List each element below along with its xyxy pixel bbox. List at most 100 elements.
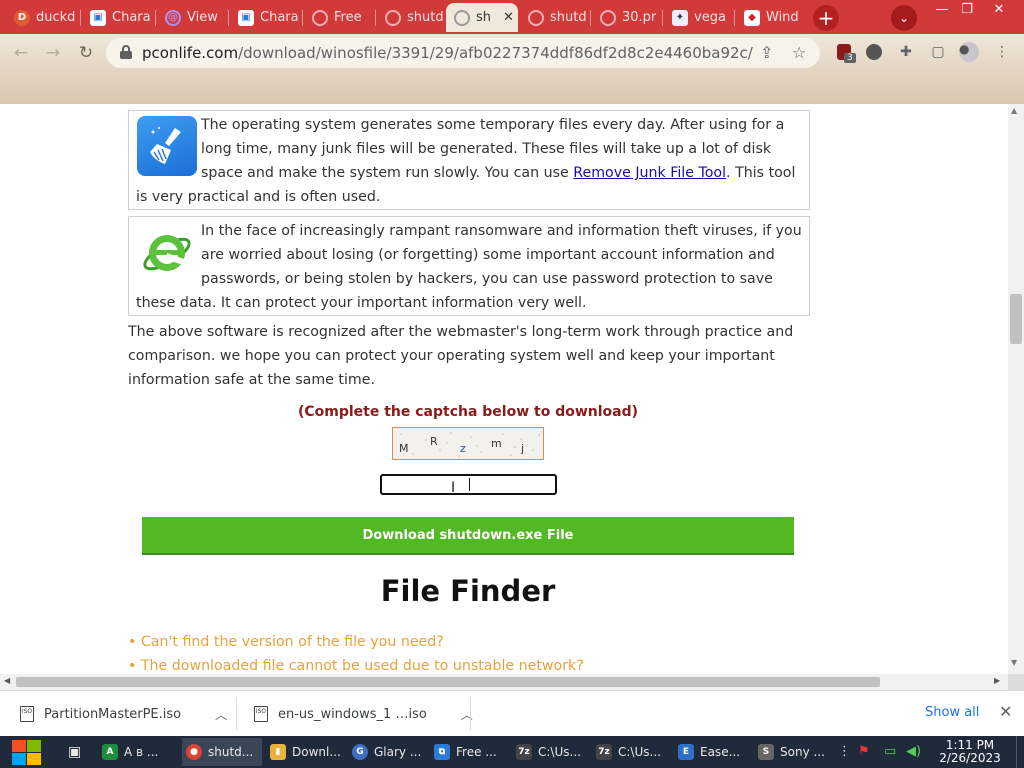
taskbar-item[interactable]: 7z C:\Us...	[512, 738, 592, 766]
scroll-down-icon[interactable]: ▼	[1011, 658, 1017, 667]
tab-label: Free	[334, 10, 362, 25]
kebab-menu-icon: ⋮	[995, 44, 1009, 60]
taskbar-item-chrome[interactable]: ● shutd...	[182, 738, 262, 766]
share-icon[interactable]: ⇪	[760, 43, 773, 62]
system-clock[interactable]: 1:11 PM 2/26/2023	[938, 739, 1002, 765]
faq-item[interactable]: • The downloaded file cannot be used due…	[128, 658, 584, 674]
taskbar-item-label: C:\Us...	[538, 745, 581, 759]
taskbar-item-label: C:\Us...	[618, 745, 661, 759]
menu-button[interactable]: ⋮	[992, 42, 1012, 62]
download-filename: en-us_windows_1 …iso	[278, 706, 427, 722]
scroll-left-icon[interactable]: ◀	[4, 676, 10, 685]
start-button[interactable]	[9, 739, 43, 765]
tab-free[interactable]: Free	[304, 3, 376, 32]
plus-icon: +	[817, 6, 835, 30]
taskbar-item-label: A в ...	[124, 745, 159, 759]
duckduckgo-icon: D	[14, 9, 30, 26]
reload-icon: ↻	[78, 43, 94, 63]
close-window-button[interactable]: ✕	[985, 0, 1013, 18]
bookmark-star-icon[interactable]: ☆	[792, 43, 806, 62]
vertical-scrollbar[interactable]: ▲ ▼	[1008, 104, 1024, 674]
7zip-icon: 7z	[596, 744, 612, 760]
taskbar-item[interactable]: E Ease...	[674, 738, 750, 766]
new-tab-button[interactable]: +	[813, 5, 839, 31]
taskbar-item[interactable]: ▮ Downl...	[266, 738, 346, 766]
show-all-downloads-link[interactable]: Show all	[925, 705, 979, 720]
flag-icon[interactable]: ⚑	[858, 744, 870, 759]
chevron-down-icon: ⌄	[898, 11, 910, 25]
forward-button[interactable]: →	[42, 42, 64, 64]
side-panel-button[interactable]: ▢	[928, 42, 948, 62]
back-button[interactable]: ←	[10, 42, 32, 64]
download-item[interactable]: ISO en-us_windows_1 …iso ︿	[254, 691, 473, 737]
folder-icon: ▮	[270, 744, 286, 760]
download-file-button[interactable]: Download shutdown.exe File	[142, 517, 794, 555]
taskbar-item-label: Glary ...	[374, 745, 422, 759]
scroll-up-icon[interactable]: ▲	[1011, 106, 1017, 115]
tab-shutd-2[interactable]: shutd	[520, 3, 592, 32]
taskbar-item[interactable]: G Glary ...	[348, 738, 428, 766]
show-desktop-button[interactable]	[1016, 736, 1024, 768]
close-tab-icon[interactable]: ✕	[503, 10, 514, 25]
app-icon: ⧉	[434, 744, 450, 760]
clock-date: 2/26/2023	[939, 751, 1001, 765]
faq-item[interactable]: • Can't find the version of the file you…	[128, 634, 444, 650]
tab-strip: D duckd ▣ Chara @ View ▣ Chara Free shut…	[0, 0, 1024, 34]
close-icon: ✕	[993, 1, 1005, 17]
download-item[interactable]: ISO PartitionMasterPE.iso ︿	[20, 691, 227, 737]
vegas-icon: ✦	[672, 9, 688, 26]
network-icon[interactable]: ▭	[884, 744, 896, 759]
extensions-button[interactable]: ✚	[896, 42, 916, 62]
browser-toolbar: ← → ↻ pconlife.com/download/winosfile/33…	[0, 34, 1024, 104]
tab-windows[interactable]: ◆ Wind	[736, 3, 808, 32]
task-view-button[interactable]: ▣	[64, 738, 86, 766]
minimize-button[interactable]: —	[928, 0, 956, 18]
iso-file-icon: ISO	[254, 706, 268, 722]
text-cursor-icon: I	[451, 480, 456, 496]
overflow-icon[interactable]: ⋮	[838, 744, 851, 759]
profile-button[interactable]: ●	[959, 42, 979, 62]
tab-label: shutd	[407, 10, 444, 25]
tab-vegas[interactable]: ✦ vega	[664, 3, 736, 32]
taskbar-item[interactable]: S Sony ...	[754, 738, 830, 766]
remove-junk-file-tool-link[interactable]: Remove Junk File Tool	[573, 165, 726, 181]
restore-button[interactable]: ❐	[953, 0, 981, 18]
chevron-up-icon[interactable]: ︿	[215, 706, 227, 723]
tab-search-button[interactable]: ⌄	[891, 5, 917, 31]
broom-icon	[137, 116, 197, 176]
captcha-image: M R z m j	[392, 427, 544, 460]
tab-shutdown-active[interactable]: sh ✕	[446, 3, 518, 32]
taskbar-item[interactable]: ⧉ Free ...	[430, 738, 510, 766]
tab-shutd[interactable]: shutd	[377, 3, 449, 32]
address-bar[interactable]: pconlife.com/download/winosfile/3391/29/…	[106, 38, 820, 68]
taskbar-item-label: Sony ...	[780, 745, 825, 759]
tab-view[interactable]: @ View	[157, 3, 229, 32]
tab-label: View	[187, 10, 218, 25]
tab-duckduckgo[interactable]: D duckd	[6, 3, 78, 32]
sony-icon: S	[758, 744, 774, 760]
taskbar-item[interactable]: A A в ...	[98, 738, 178, 766]
horizontal-scrollbar[interactable]: ◀ ▶	[0, 674, 1008, 690]
url-text[interactable]: pconlife.com/download/winosfile/3391/29/…	[142, 44, 753, 62]
lock-icon[interactable]	[120, 45, 132, 59]
volume-icon[interactable]: ◀)	[906, 744, 921, 759]
site-icon: ▣	[90, 9, 106, 26]
tab-chara[interactable]: ▣ Chara	[82, 3, 154, 32]
tab-30pr[interactable]: 30.pr	[592, 3, 664, 32]
horizontal-scroll-thumb[interactable]	[16, 677, 880, 687]
scroll-right-icon[interactable]: ▶	[994, 676, 1000, 685]
taskbar-item[interactable]: 7z C:\Us...	[592, 738, 672, 766]
captcha-input[interactable]: I	[380, 474, 557, 496]
taskbar-item-label: Free ...	[456, 745, 497, 759]
taskbar-item-label: Ease...	[700, 745, 741, 759]
captcha-char: M	[399, 442, 409, 455]
reload-button[interactable]: ↻	[75, 42, 97, 64]
tab-chara-2[interactable]: ▣ Chara	[230, 3, 302, 32]
ublock-count-badge: 3	[844, 53, 856, 63]
scrollbar-corner	[1008, 674, 1024, 690]
vertical-scroll-thumb[interactable]	[1010, 294, 1022, 344]
profile-extension[interactable]	[864, 42, 884, 62]
tab-label: sh	[476, 10, 492, 25]
close-icon[interactable]: ✕	[999, 702, 1012, 721]
view-icon: @	[165, 9, 181, 26]
